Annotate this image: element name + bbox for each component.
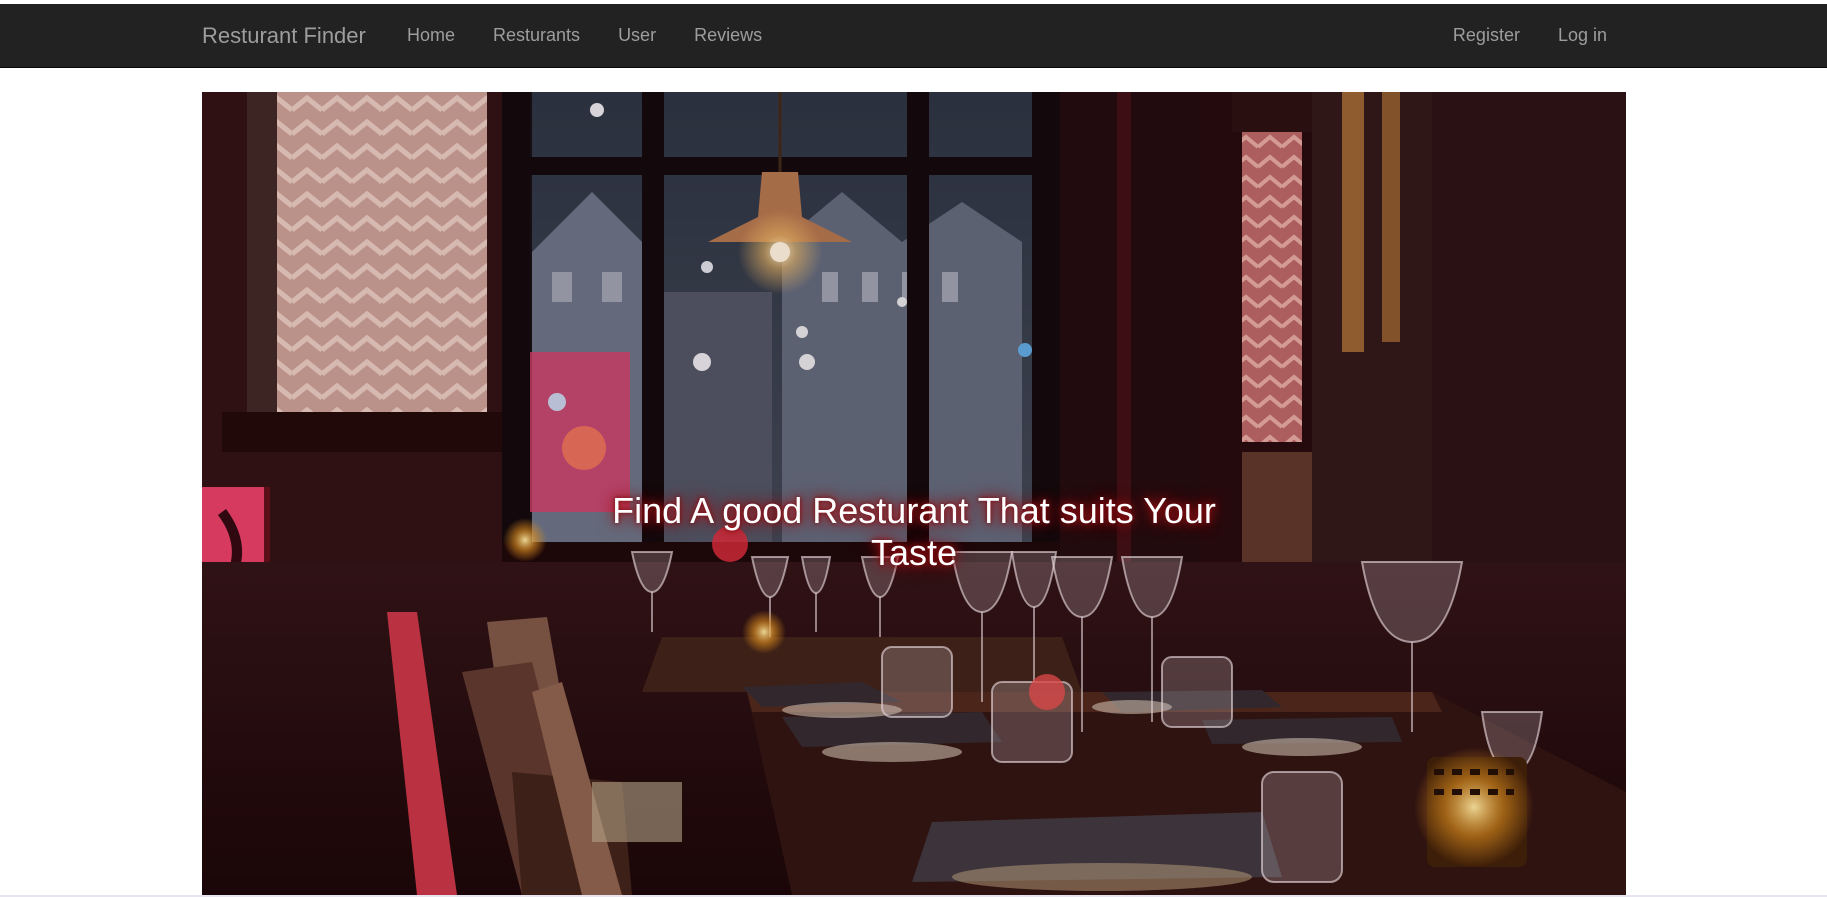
- nav-user-link[interactable]: User: [599, 4, 675, 67]
- hero-banner: Find A good Resturant That suits Your Ta…: [202, 92, 1626, 895]
- register-link[interactable]: Register: [1434, 4, 1539, 67]
- nav-auth-links: Register Log in: [1434, 4, 1626, 67]
- nav-reviews-link[interactable]: Reviews: [675, 4, 781, 67]
- login-link[interactable]: Log in: [1539, 4, 1626, 67]
- nav-home-link[interactable]: Home: [388, 4, 474, 67]
- hero-title-text: Find A good Resturant That suits Your Ta…: [612, 490, 1216, 573]
- navbar: Resturant Finder Home Resturants User Re…: [0, 4, 1827, 68]
- hero-title: Find A good Resturant That suits Your Ta…: [202, 490, 1626, 574]
- brand-link[interactable]: Resturant Finder: [202, 4, 366, 67]
- nav-resturants-link[interactable]: Resturants: [474, 4, 599, 67]
- nav-main-links: Home Resturants User Reviews: [388, 4, 781, 67]
